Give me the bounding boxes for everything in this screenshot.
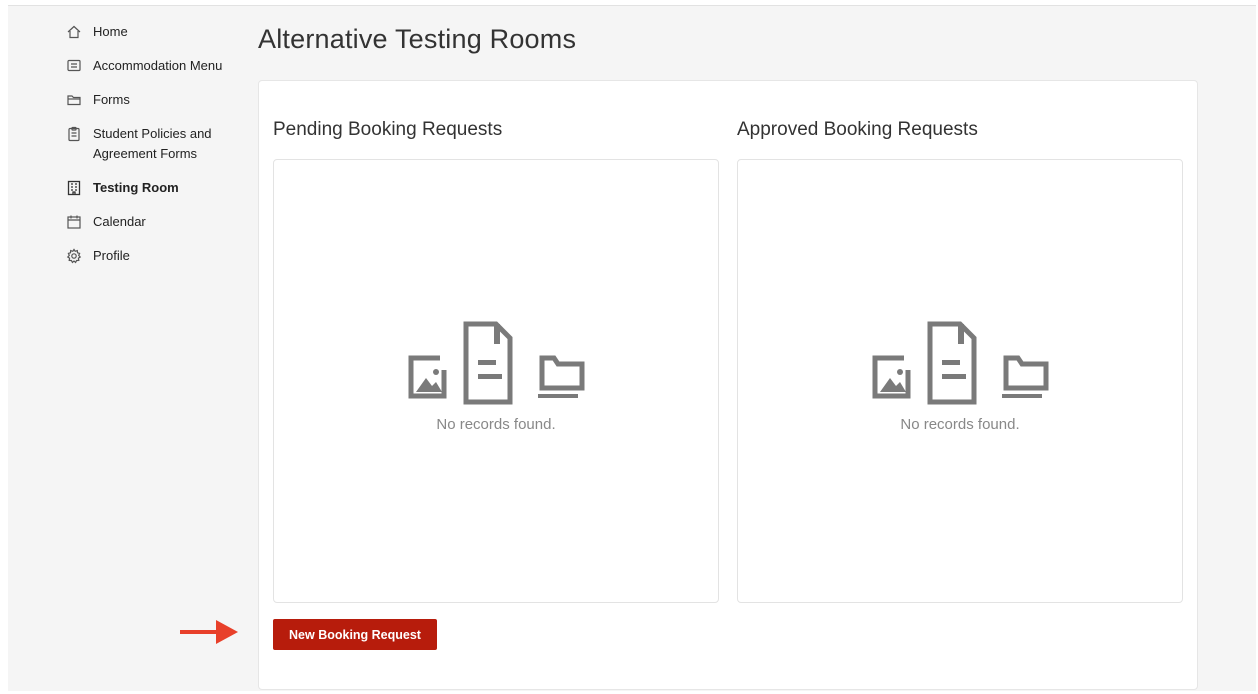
sidebar-item-label: Testing Room xyxy=(93,180,179,195)
approved-section-title: Approved Booking Requests xyxy=(737,119,978,140)
empty-records-icon xyxy=(408,321,585,405)
app-frame: Home Accommodation Menu Forms Student Po… xyxy=(8,5,1256,691)
empty-records-icon xyxy=(872,321,1049,405)
pending-empty-state: No records found. xyxy=(274,320,718,433)
sidebar-item-label: Accommodation Menu xyxy=(93,58,223,73)
sidebar-item-label: Home xyxy=(93,24,128,39)
sidebar-item-forms[interactable]: Forms xyxy=(66,90,236,110)
calendar-icon xyxy=(66,214,82,230)
sidebar-item-label: Profile xyxy=(93,248,130,263)
building-icon xyxy=(66,180,82,196)
pending-section-title: Pending Booking Requests xyxy=(273,119,503,140)
sidebar-item-student-policies[interactable]: Student Policies and Agreement Forms xyxy=(66,124,236,164)
sidebar-item-profile[interactable]: Profile xyxy=(66,246,236,266)
sidebar-item-label: Calendar xyxy=(93,214,146,229)
page-title: Alternative Testing Rooms xyxy=(258,24,577,54)
arrow-right-icon xyxy=(180,620,238,644)
sidebar-nav: Home Accommodation Menu Forms Student Po… xyxy=(66,22,236,280)
clipboard-icon xyxy=(66,126,82,142)
sidebar-item-calendar[interactable]: Calendar xyxy=(66,212,236,232)
sidebar-item-accommodation-menu[interactable]: Accommodation Menu xyxy=(66,56,236,76)
booking-card: Pending Booking Requests No records foun… xyxy=(258,80,1198,690)
approved-empty-state: No records found. xyxy=(738,320,1182,433)
pending-requests-panel: No records found. xyxy=(273,159,719,603)
approved-requests-panel: No records found. xyxy=(737,159,1183,603)
sidebar-item-testing-room[interactable]: Testing Room xyxy=(66,178,236,198)
sidebar-item-label: Student Policies and Agreement Forms xyxy=(93,126,212,161)
sidebar-item-label: Forms xyxy=(93,92,130,107)
sidebar-item-home[interactable]: Home xyxy=(66,22,236,42)
message-icon xyxy=(66,58,82,74)
empty-state-text: No records found. xyxy=(436,416,556,433)
empty-state-text: No records found. xyxy=(900,416,1020,433)
home-icon xyxy=(66,24,82,40)
folder-icon xyxy=(66,92,82,108)
new-booking-request-button[interactable]: New Booking Request xyxy=(273,619,437,650)
gear-icon xyxy=(66,248,82,264)
